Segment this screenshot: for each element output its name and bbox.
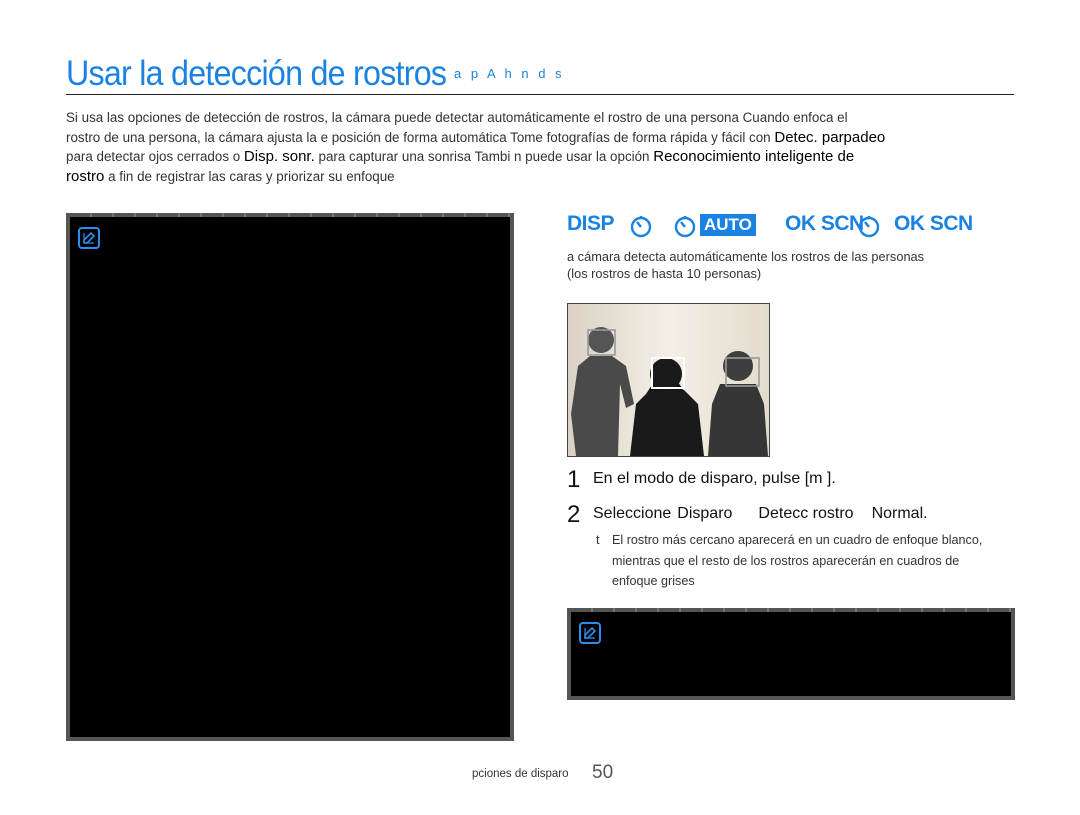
page-title: Usar la detección de rostros	[66, 54, 447, 93]
note-box-border	[571, 608, 1011, 612]
menu-normal: Normal.	[871, 505, 928, 522]
option-blink-detect: Detec. parpadeo	[774, 128, 886, 146]
note-box-border	[70, 213, 510, 217]
step-number: 2	[567, 501, 581, 528]
intro-line-2: rostro de una persona, la cámara ajusta …	[66, 128, 886, 146]
mode-auto: AUTO	[700, 214, 756, 236]
note-box-large	[66, 213, 514, 741]
face-detection-example-image	[567, 303, 770, 457]
self-timer-icon	[630, 216, 652, 238]
option-smart-face-recognition: Reconocimiento inteligente de	[653, 148, 855, 166]
note-pencil-icon	[579, 622, 601, 644]
menu-shooting: Disparo	[677, 505, 733, 522]
mode-tags: a p A h n d s	[454, 66, 565, 81]
bullet-text: El rostro más cercano aparecerá en un cu…	[612, 533, 983, 589]
option-face-word: rostro	[66, 167, 105, 185]
mode-ok-scn-2: OK SCN	[894, 212, 973, 235]
mode-ok-scn-1: OK SCN	[785, 212, 864, 235]
note-box-small	[567, 608, 1015, 700]
step-text: En el modo de disparo, pulse [m ].	[593, 470, 836, 487]
intro-line-4: rostro a fin de registrar las caras y pr…	[66, 167, 395, 185]
page-number: 50	[592, 762, 614, 783]
menu-face-detection: Detecc rostro	[758, 505, 854, 522]
step-text: Seleccione Disparo Detecc rostro Normal.	[593, 505, 928, 522]
intro-line-1: Si usa las opciones de detección de rost…	[66, 110, 848, 125]
self-timer-icon	[858, 216, 880, 238]
bullet-mark: t	[596, 533, 600, 547]
self-timer-icon	[674, 216, 696, 238]
note-pencil-icon	[78, 227, 100, 249]
title-bar: Usar la detección de rostros a p A h n d…	[66, 52, 1014, 95]
intro-paragraph: Si usa las opciones de detección de rost…	[66, 108, 1026, 186]
section-description: a cámara detecta automáticamente los ros…	[567, 249, 925, 282]
mode-disp: DISP	[567, 212, 615, 235]
option-smile-shot: Disp. sonr.	[243, 148, 315, 166]
footer-section-name: pciones de disparo	[472, 768, 569, 780]
step-number: 1	[567, 466, 581, 493]
intro-line-3: para detectar ojos cerrados o Disp. sonr…	[66, 148, 855, 166]
